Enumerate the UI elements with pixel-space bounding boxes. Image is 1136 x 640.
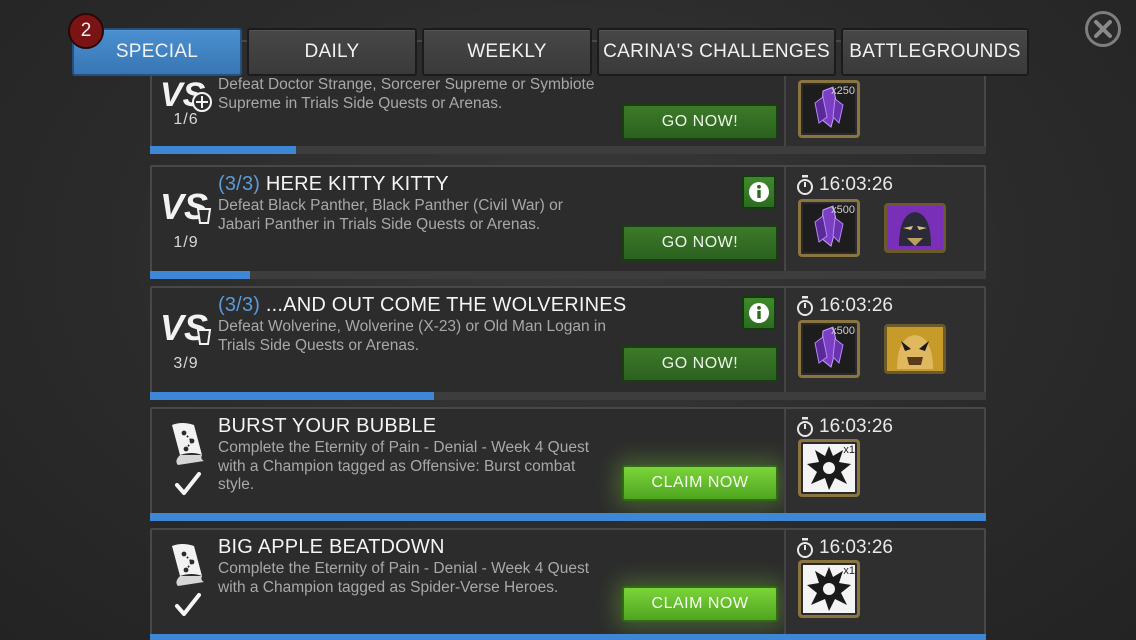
quest-title-text: BURST YOUR BUBBLE bbox=[218, 415, 437, 437]
quest-reward-panel: 16:03:26 x1 bbox=[784, 530, 984, 634]
quest-step: (3/3) bbox=[218, 294, 261, 316]
quest-progress-fill bbox=[150, 513, 986, 521]
go-now-button[interactable]: GO NOW! bbox=[622, 346, 778, 382]
champion-reward-slot[interactable] bbox=[884, 324, 946, 374]
info-button[interactable] bbox=[742, 175, 776, 209]
claim-now-button[interactable]: CLAIM NOW bbox=[622, 586, 778, 622]
quest-card-2: VS 3/9 (3/3) ...AND OUT COME THE WOLVERI… bbox=[150, 286, 986, 400]
stopwatch-icon bbox=[797, 296, 813, 316]
quest-description: Complete the Eternity of Pain - Denial -… bbox=[218, 560, 590, 596]
quest-progress-bar bbox=[150, 146, 986, 154]
quest-card-3: BURST YOUR BUBBLE Complete the Eternity … bbox=[150, 407, 986, 521]
quest-title-text: BIG APPLE BEATDOWN bbox=[218, 536, 445, 558]
quest-reward-panel: 16:03:26 x500 bbox=[784, 167, 984, 271]
quest-title: (3/3) ...AND OUT COME THE WOLVERINES bbox=[218, 294, 626, 317]
go-now-button[interactable]: GO NOW! bbox=[622, 225, 778, 261]
quest-card-4: BIG APPLE BEATDOWN Complete the Eternity… bbox=[150, 528, 986, 640]
reward-slot[interactable]: x1 bbox=[798, 560, 860, 618]
quest-reward-panel: 16:03:26 x1 bbox=[784, 409, 984, 513]
quest-title: BIG APPLE BEATDOWN bbox=[218, 536, 445, 559]
reward-quantity: x1 bbox=[843, 444, 855, 456]
quest-description: Complete the Eternity of Pain - Denial -… bbox=[218, 439, 590, 493]
quest-reward-panel: 16:03:26 x500 bbox=[784, 288, 984, 392]
champion-portrait-icon bbox=[887, 206, 943, 250]
vs-icon: VS bbox=[160, 183, 216, 239]
quest-progress-fill bbox=[150, 271, 251, 279]
quest-map-icon bbox=[164, 540, 212, 590]
reward-slot[interactable]: x250 bbox=[798, 80, 860, 138]
quest-progress-fill bbox=[150, 634, 986, 640]
tab-weekly[interactable]: WEEKLY bbox=[422, 28, 592, 76]
claim-now-button[interactable]: CLAIM NOW bbox=[622, 465, 778, 501]
quest-card-body: BIG APPLE BEATDOWN Complete the Eternity… bbox=[152, 530, 784, 634]
reward-quantity: x250 bbox=[831, 85, 855, 97]
quest-card-1: VS 1/9 (3/3) HERE KITTY KITTY Defeat Bla… bbox=[150, 165, 986, 279]
tab-daily[interactable]: DAILY bbox=[247, 28, 417, 76]
tab-battlegrounds[interactable]: BATTLEGROUNDS bbox=[841, 28, 1029, 76]
stopwatch-icon bbox=[797, 175, 813, 195]
quest-progress-bar bbox=[150, 392, 986, 400]
quest-progress-bar bbox=[150, 513, 986, 521]
quest-card-body: VS 1/9 (3/3) HERE KITTY KITTY Defeat Bla… bbox=[152, 167, 784, 271]
quest-description: Defeat Black Panther, Black Panther (Civ… bbox=[218, 197, 563, 233]
checkmark-icon bbox=[174, 592, 202, 618]
reward-quantity: x500 bbox=[831, 204, 855, 216]
quest-description: Defeat Wolverine, Wolverine (X-23) or Ol… bbox=[218, 318, 606, 354]
quest-timer: 16:03:26 bbox=[796, 174, 893, 196]
vs-icon: VS bbox=[160, 304, 216, 360]
quest-progress-bar bbox=[150, 271, 986, 279]
info-button[interactable] bbox=[742, 296, 776, 330]
quest-timer: 16:03:26 bbox=[796, 295, 893, 317]
quest-progress-bar bbox=[150, 634, 986, 640]
close-icon bbox=[1094, 20, 1112, 38]
quest-list[interactable]: VS 1/6 Defeat Doctor Strange, Sorcerer S… bbox=[150, 0, 986, 640]
quest-card-body: BURST YOUR BUBBLE Complete the Eternity … bbox=[152, 409, 784, 513]
champion-portrait-icon bbox=[887, 327, 943, 371]
reward-quantity: x1 bbox=[843, 565, 855, 577]
tab-carinas-challenges[interactable]: CARINA'S CHALLENGES bbox=[597, 28, 836, 76]
quest-timer-text: 16:03:26 bbox=[819, 537, 893, 558]
quest-progress-fill bbox=[150, 146, 297, 154]
quest-timer-text: 16:03:26 bbox=[819, 295, 893, 316]
reward-quantity: x500 bbox=[831, 325, 855, 337]
quest-timer: 16:03:26 bbox=[796, 537, 893, 559]
tab-bar: SPECIAL DAILY WEEKLY CARINA'S CHALLENGES… bbox=[72, 28, 1032, 76]
quest-title-text: HERE KITTY KITTY bbox=[265, 173, 449, 195]
quest-timer-text: 16:03:26 bbox=[819, 174, 893, 195]
reward-slot[interactable]: x500 bbox=[798, 199, 860, 257]
quest-timer-text: 16:03:26 bbox=[819, 416, 893, 437]
quest-title-text: ...AND OUT COME THE WOLVERINES bbox=[265, 294, 627, 316]
champion-reward-slot[interactable] bbox=[884, 203, 946, 253]
reward-slot[interactable]: x500 bbox=[798, 320, 860, 378]
info-icon bbox=[749, 182, 769, 202]
quest-progress-fill bbox=[150, 392, 435, 400]
quest-title: BURST YOUR BUBBLE bbox=[218, 415, 436, 438]
info-icon bbox=[749, 303, 769, 323]
notification-badge: 2 bbox=[68, 13, 104, 49]
quest-description: Defeat Doctor Strange, Sorcerer Supreme … bbox=[218, 76, 595, 112]
go-now-button[interactable]: GO NOW! bbox=[622, 104, 778, 140]
quest-step: (3/3) bbox=[218, 173, 261, 195]
close-button[interactable] bbox=[1085, 11, 1121, 47]
quest-progress-text: 1/9 bbox=[173, 234, 199, 251]
quest-timer: 16:03:26 bbox=[796, 416, 893, 438]
reward-slot[interactable]: x1 bbox=[798, 439, 860, 497]
quest-title: (3/3) HERE KITTY KITTY bbox=[218, 173, 449, 196]
quest-progress-text: 3/9 bbox=[173, 355, 199, 372]
quest-progress-text: 1/6 bbox=[173, 111, 199, 128]
checkmark-icon bbox=[174, 471, 202, 497]
quest-card-body: VS 3/9 (3/3) ...AND OUT COME THE WOLVERI… bbox=[152, 288, 784, 392]
quest-map-icon bbox=[164, 419, 212, 469]
stopwatch-icon bbox=[797, 417, 813, 437]
stopwatch-icon bbox=[797, 538, 813, 558]
